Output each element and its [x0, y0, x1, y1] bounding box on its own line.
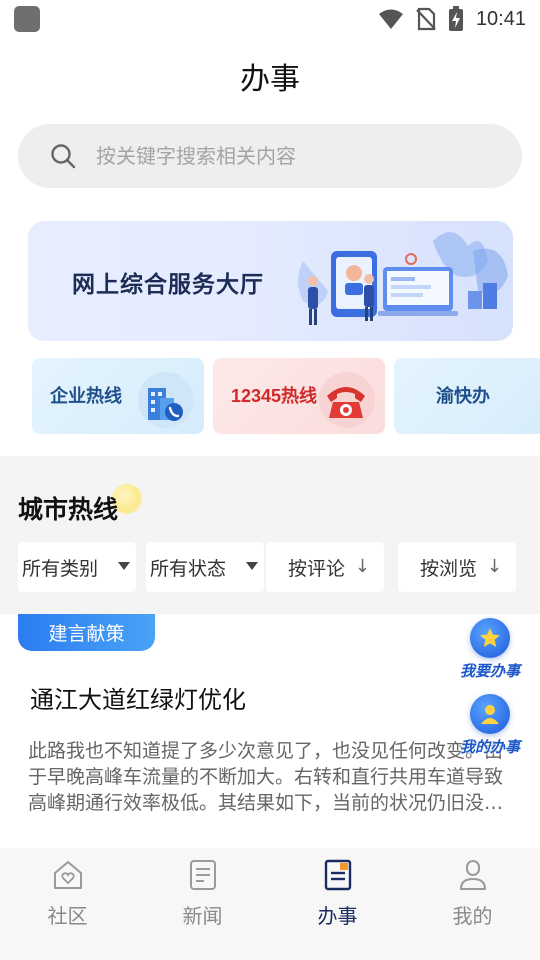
card-yukuaiban[interactable]: 渝快办	[394, 358, 540, 434]
person-icon	[470, 694, 510, 734]
page-title: 办事	[240, 62, 300, 97]
no-sim-icon	[416, 7, 436, 31]
arrow-down-icon: ↓	[486, 556, 502, 577]
card-enterprise-hotline[interactable]: 企业热线	[32, 358, 204, 434]
tab-label: 新闻	[182, 904, 223, 928]
service-hall-banner[interactable]: 网上综合服务大厅	[28, 221, 513, 341]
caret-down-icon	[246, 562, 258, 570]
caret-down-icon	[118, 562, 130, 570]
tab-label: 我的	[452, 904, 493, 928]
banner-title: 网上综合服务大厅	[72, 272, 264, 298]
app-notification-icon	[14, 6, 40, 32]
post-body: 此路我也不知道提了多少次意见了，也没见任何改变。由于早晚高峰车流量的不断加大。右…	[28, 740, 504, 814]
arrow-down-icon: ↓	[354, 556, 370, 577]
wifi-icon	[378, 9, 403, 29]
city-hotline-section: 城市热线 所有类别 所有状态 按评论 ↓ 按浏览 ↓	[0, 456, 540, 616]
home-heart-icon	[53, 861, 82, 889]
news-icon	[189, 860, 216, 890]
float-apply-button[interactable]: 我要办事	[450, 618, 530, 682]
card-label: 企业热线	[50, 386, 122, 407]
clock: 10:41	[475, 7, 526, 30]
user-icon	[459, 860, 486, 890]
task-icon	[324, 859, 351, 891]
card-label: 渝快办	[436, 386, 490, 407]
filter-category[interactable]: 所有类别	[18, 542, 136, 592]
tab-news[interactable]: 新闻	[135, 858, 270, 948]
battery-charging-icon	[448, 6, 463, 31]
status-icons: 10:41	[378, 6, 526, 32]
tab-community[interactable]: 社区	[0, 858, 135, 948]
filter-bar: 所有类别 所有状态 按评论 ↓ 按浏览 ↓	[18, 542, 540, 592]
post-title: 通江大道红绿灯优化	[30, 686, 246, 714]
card-12345-hotline[interactable]: 12345热线	[213, 358, 385, 434]
section-title: 城市热线	[18, 495, 119, 524]
star-icon	[470, 618, 510, 658]
tab-label: 办事	[317, 904, 358, 928]
service-cards: 企业热线 12345热线 渝快办	[32, 358, 540, 434]
float-label: 我的办事	[459, 738, 520, 756]
post-tag: 建言献策	[18, 614, 155, 651]
filter-label: 所有类别	[22, 557, 99, 580]
search-icon	[51, 144, 76, 169]
tab-affairs[interactable]: 办事	[270, 858, 405, 948]
search-input[interactable]	[96, 144, 476, 168]
tab-mine[interactable]: 我的	[405, 858, 540, 948]
bottom-tab-bar: 社区 新闻 办事 我的	[0, 848, 540, 960]
float-label: 我要办事	[459, 662, 520, 680]
banner-illustration	[298, 232, 508, 325]
search-bar[interactable]	[18, 124, 522, 188]
filter-status[interactable]: 所有状态	[146, 542, 264, 592]
building-phone-icon	[138, 372, 194, 428]
filter-label: 按浏览	[420, 557, 478, 580]
card-label: 12345热线	[231, 386, 318, 406]
tab-label: 社区	[47, 904, 88, 928]
filter-label: 按评论	[288, 557, 346, 580]
status-bar: 10:41	[0, 0, 540, 38]
filter-label: 所有状态	[150, 557, 227, 580]
sort-by-views[interactable]: 按浏览 ↓	[398, 542, 516, 592]
telephone-icon	[319, 372, 375, 428]
float-my-affairs-button[interactable]: 我的办事	[450, 694, 530, 758]
sort-by-comments[interactable]: 按评论 ↓	[266, 542, 384, 592]
